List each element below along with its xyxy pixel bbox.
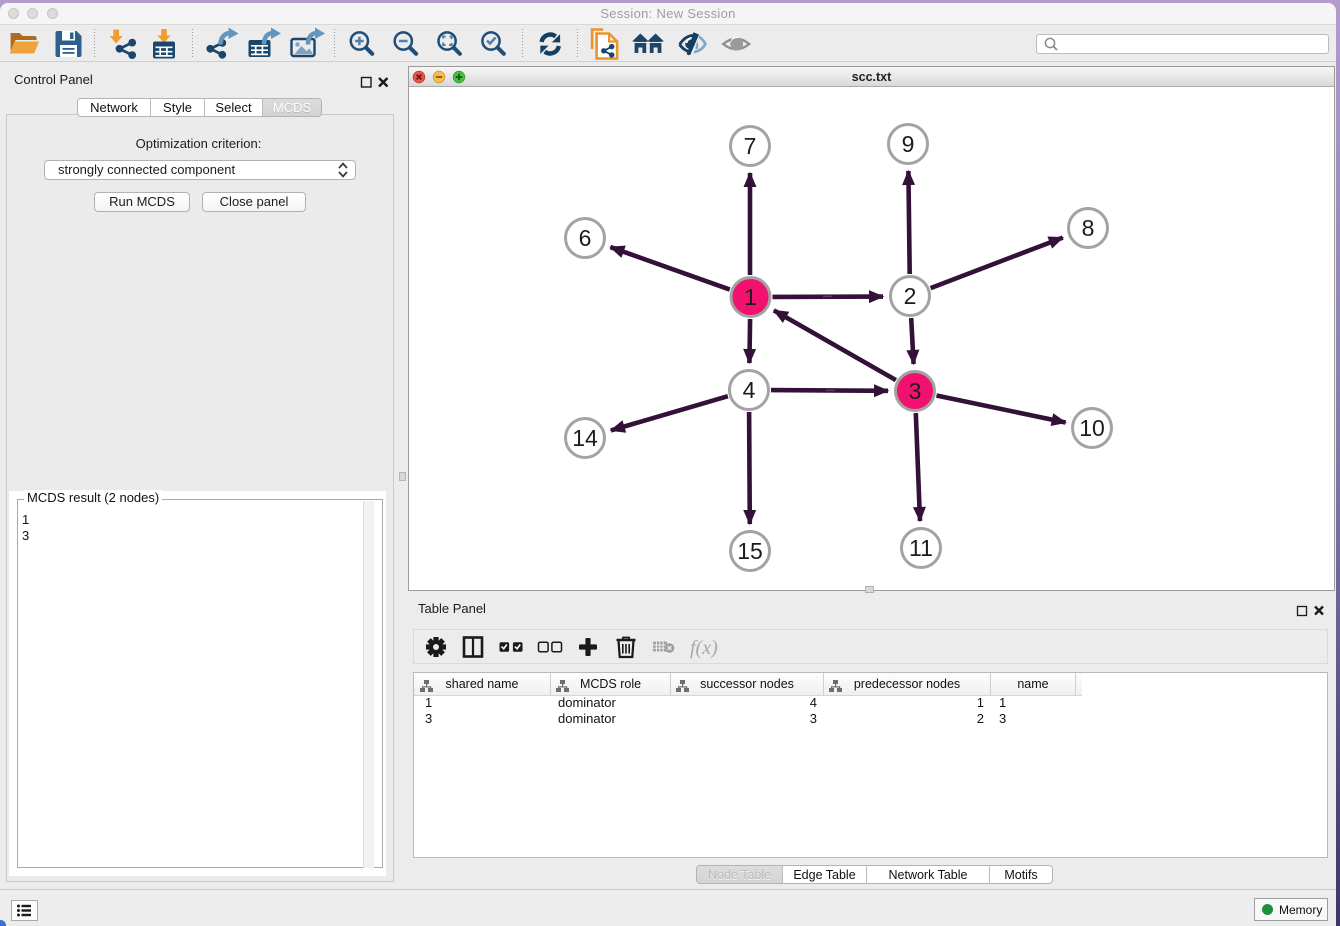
svg-text:11: 11 — [909, 535, 933, 561]
svg-text:14: 14 — [572, 425, 598, 451]
svg-text:8: 8 — [1082, 215, 1095, 241]
svg-text:6: 6 — [579, 225, 592, 251]
svg-text:7: 7 — [744, 133, 757, 159]
svg-text:1: 1 — [744, 284, 757, 310]
svg-text:4: 4 — [743, 377, 756, 403]
svg-text:f(x): f(x) — [690, 637, 718, 659]
svg-text:3: 3 — [909, 378, 922, 404]
svg-text:10: 10 — [1079, 415, 1105, 441]
svg-text:2: 2 — [904, 283, 917, 309]
svg-text:15: 15 — [737, 538, 763, 564]
svg-text:9: 9 — [902, 131, 915, 157]
